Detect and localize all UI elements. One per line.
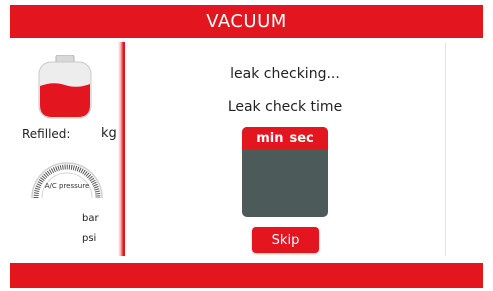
status-text: leak checking... [230,66,340,82]
leak-check-time-label: Leak check time [227,99,343,115]
timer-min-label: min [256,130,284,146]
refilled-label: Refilled: [22,127,71,141]
page-title: VACUUM [206,11,287,32]
unit-psi-label: psi [82,233,97,244]
leak-check-timer: min sec [242,127,328,217]
timer-display [242,149,328,217]
timer-header: min sec [242,127,328,149]
skip-button[interactable]: Skip [252,227,319,253]
timer-sec-label: sec [289,130,314,146]
pressure-gauge-icon: A/C pressure [31,162,103,199]
left-panel-divider [118,42,125,256]
title-bar: VACUUM [10,5,483,38]
right-panel-divider [445,42,446,256]
refrigerant-tank-icon [38,55,92,119]
gauge-label: A/C pressure [45,182,90,190]
bottom-bar [10,263,483,288]
refilled-unit: kg [101,126,117,141]
unit-bar-label: bar [82,213,99,224]
